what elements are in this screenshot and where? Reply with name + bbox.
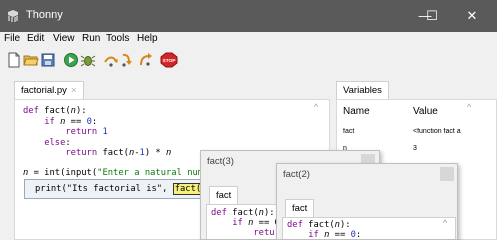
title-bar: Thonny — ☐ ✕ <box>0 0 497 32</box>
code-line-3: return 1 <box>65 127 108 137</box>
frame-window-fact-2[interactable]: fact(2) fact def fact(n): if n == 0: ^ <box>276 163 458 240</box>
column-header-value[interactable]: Value <box>413 106 438 117</box>
menu-run[interactable]: Run <box>82 33 100 44</box>
stop-label: STOP <box>163 58 177 64</box>
frame-window-title: fact(2) <box>283 169 310 180</box>
frame-code-line: def fact(n): <box>287 220 351 230</box>
var-value: 3 <box>413 145 417 152</box>
column-header-name[interactable]: Name <box>343 106 370 117</box>
close-button[interactable]: ✕ <box>452 4 492 28</box>
run-icon[interactable] <box>63 52 79 68</box>
stop-icon[interactable]: STOP <box>160 52 178 68</box>
menu-view[interactable]: View <box>53 33 75 44</box>
thonny-logo-icon <box>8 10 18 22</box>
code-line-7: n = int(input("Enter a natural number <box>23 168 219 178</box>
var-value: <function fact a <box>413 128 461 135</box>
window-title: Thonny <box>26 9 63 21</box>
frame-code-line: if n == 0: <box>308 230 362 240</box>
menu-bar: File Edit View Run Tools Help <box>0 32 497 48</box>
toolbar: STOP <box>0 48 497 72</box>
var-name: fact <box>343 128 355 135</box>
frame-window-title: fact(3) <box>207 156 234 167</box>
menu-tools[interactable]: Tools <box>106 33 129 44</box>
code-line-1: def fact(n): <box>23 106 87 116</box>
frame-code-line: if n == 0 <box>232 218 280 228</box>
new-file-icon[interactable] <box>6 52 22 68</box>
frame-tab-label: fact <box>292 203 308 214</box>
variables-tab-strip: Variables <box>336 80 497 100</box>
frame-close-button[interactable] <box>440 167 454 181</box>
save-icon[interactable] <box>40 52 56 68</box>
tab-label: Variables <box>343 85 382 96</box>
editor-scroll-up-icon[interactable]: ^ <box>314 102 318 112</box>
menu-file[interactable]: File <box>4 33 20 44</box>
current-frame-line: print("Its factorial is", fact(3)) <box>24 179 219 199</box>
code-line-2: if n == 0: <box>44 116 98 127</box>
debug-icon[interactable] <box>80 52 96 68</box>
frame-tab[interactable]: fact <box>285 199 315 218</box>
frame-scroll-up-icon[interactable]: ^ <box>443 218 447 228</box>
frame-tab[interactable]: fact <box>209 186 239 205</box>
open-file-icon[interactable] <box>23 52 39 68</box>
editor-tab-strip: factorial.py × <box>14 80 330 100</box>
print-prefix: print("Its factorial is", <box>35 184 173 194</box>
menu-help[interactable]: Help <box>137 33 158 44</box>
tab-factorial-py[interactable]: factorial.py × <box>14 81 84 100</box>
tab-label: factorial.py <box>21 85 67 96</box>
frame-code-line: def fact(n): <box>211 208 275 218</box>
code-line-4: else: <box>44 137 71 148</box>
step-over-icon[interactable] <box>103 52 119 68</box>
frame-code: def fact(n): if n == 0: ^ <box>282 217 456 240</box>
frame-tab-label: fact <box>216 190 232 201</box>
tab-variables[interactable]: Variables <box>336 81 389 100</box>
maximize-button[interactable]: ☐ <box>412 4 452 28</box>
variables-scroll-up-icon[interactable]: ^ <box>467 102 471 112</box>
menu-edit[interactable]: Edit <box>27 33 44 44</box>
code-line-print: print("Its factorial is", fact(3)) <box>35 183 219 195</box>
step-out-icon[interactable] <box>137 52 153 68</box>
step-into-icon[interactable] <box>120 52 136 68</box>
code-line-5: return fact(n-1) * n <box>65 148 172 158</box>
frame-code-line: retur <box>253 228 280 238</box>
tab-close-icon[interactable]: × <box>71 85 77 96</box>
